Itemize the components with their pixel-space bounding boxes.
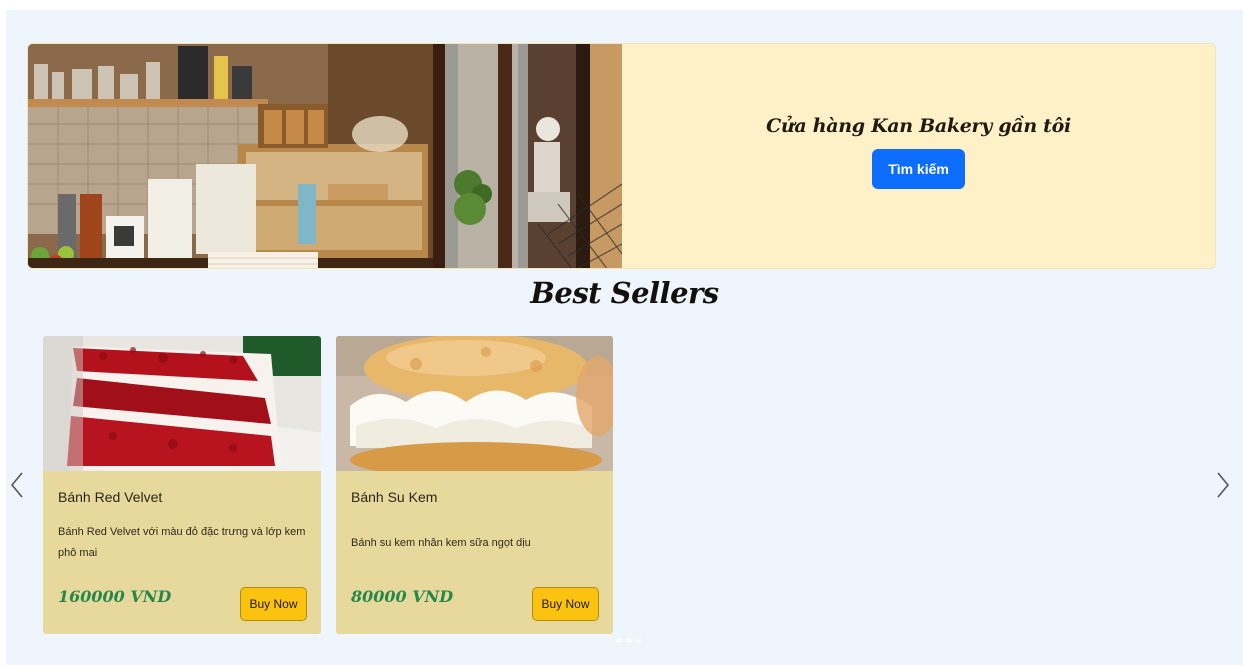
hero-banner: Cửa hàng Kan Bakery gần tôi Tìm kiếm [27, 43, 1216, 269]
product-name: Bánh Su Kem [351, 489, 438, 505]
product-description: Bánh su kem nhân kem sữa ngọt dịu [351, 536, 531, 549]
hero-title: Cửa hàng Kan Bakery gần tôi [766, 115, 1071, 137]
page: Cửa hàng Kan Bakery gần tôi Tìm kiếm Bes… [6, 10, 1243, 665]
product-price: 80000 VND [351, 587, 454, 606]
best-sellers-title: Best Sellers [530, 276, 719, 310]
product-name: Bánh Red Velvet [58, 489, 163, 505]
cream-puff-image [336, 336, 613, 471]
store-search-panel: Cửa hàng Kan Bakery gần tôi Tìm kiếm [622, 44, 1215, 268]
carousel-indicator[interactable] [626, 639, 632, 642]
chevron-right-icon [1217, 472, 1230, 498]
buy-now-button[interactable]: Buy Now [240, 587, 307, 621]
carousel-indicator[interactable] [636, 639, 642, 642]
chevron-left-icon [10, 472, 23, 498]
carousel-indicator[interactable] [616, 639, 622, 642]
search-store-button[interactable]: Tìm kiếm [872, 149, 965, 189]
buy-now-button[interactable]: Buy Now [532, 587, 599, 621]
product-card: Bánh Red Velvet Bánh Red Velvet với màu … [43, 336, 321, 634]
product-price: 160000 VND [58, 587, 172, 606]
product-description: Bánh Red Velvet với màu đỏ đặc trưng và … [58, 526, 306, 559]
red-velvet-cake-image [43, 336, 321, 471]
product-card: Bánh Su Kem Bánh su kem nhân kem sữa ngọ… [336, 336, 613, 634]
bakery-storefront-photo [28, 44, 622, 268]
carousel-prev-button[interactable] [6, 468, 28, 502]
carousel-indicators [616, 639, 642, 642]
carousel-next-button[interactable] [1212, 468, 1234, 502]
